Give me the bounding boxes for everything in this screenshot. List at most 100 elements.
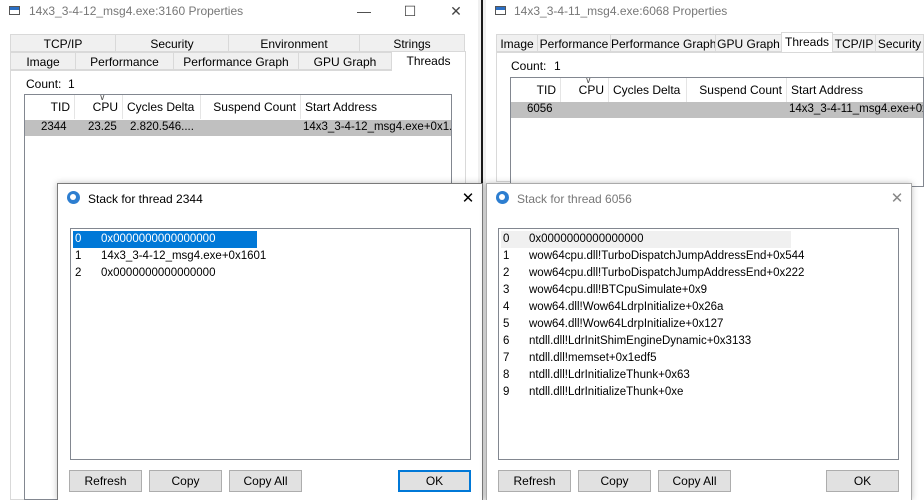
column-suspend-count[interactable]: Suspend Count [201, 95, 301, 119]
left-stack-dialog: Stack for thread 2344 ✕ 0 0x000000000000… [57, 183, 483, 500]
frame-address: wow64cpu.dll!TurboDispatchJumpAddressEnd… [529, 250, 805, 262]
right-window-titlebar[interactable]: 14x3_3-4-11_msg4.exe:6068 Properties [486, 0, 924, 24]
frame-number: 2 [75, 267, 82, 279]
list-item[interactable]: 2 wow64cpu.dll!TurboDispatchJumpAddressE… [499, 265, 898, 282]
table-row[interactable]: 6056 14x3_3-4-11_msg4.exe+0x1... [511, 102, 923, 118]
frame-address: wow64.dll!Wow64LdrpInitialize+0x26a [529, 301, 724, 313]
cell-cpu: 23.25 [88, 121, 117, 133]
frame-number: 3 [503, 284, 510, 296]
frame-number: 0 [75, 233, 82, 245]
copy-all-button[interactable]: Copy All [229, 470, 302, 492]
column-tid[interactable]: TID [511, 78, 561, 102]
frame-number: 2 [503, 267, 510, 279]
tab-tcpip[interactable]: TCP/IP [10, 34, 116, 52]
sort-indicator-icon: ∨ [585, 77, 592, 85]
copy-button[interactable]: Copy [149, 470, 222, 492]
ok-button[interactable]: OK [398, 470, 471, 492]
list-item[interactable]: 0 0x0000000000000000 [71, 231, 470, 248]
dialog-title: Stack for thread 2344 [88, 192, 203, 206]
refresh-button[interactable]: Refresh [498, 470, 571, 492]
close-icon[interactable]: ✕ [881, 187, 913, 211]
column-cycles-delta[interactable]: Cycles Delta [609, 78, 687, 102]
tab-image[interactable]: Image [10, 52, 76, 70]
frame-number: 6 [503, 335, 510, 347]
app-icon [9, 6, 20, 15]
frame-number: 9 [503, 386, 510, 398]
frame-number: 1 [75, 250, 82, 262]
left-window-title: 14x3_3-4-12_msg4.exe:3160 Properties [29, 4, 244, 18]
tab-performance-graph[interactable]: Performance Graph [610, 34, 716, 52]
list-item[interactable]: 2 0x0000000000000000 [71, 265, 470, 282]
cell-tid: 2344 [41, 121, 67, 133]
tab-performance-graph[interactable]: Performance Graph [173, 52, 299, 70]
close-icon[interactable]: ✕ [452, 187, 484, 211]
tab-performance[interactable]: Performance [75, 52, 174, 70]
column-suspend-count[interactable]: Suspend Count [687, 78, 787, 102]
frame-address: 0x0000000000000000 [101, 267, 216, 279]
left-window-titlebar[interactable]: 14x3_3-4-12_msg4.exe:3160 Properties — ☐… [0, 0, 478, 24]
maximize-icon[interactable]: ☐ [388, 0, 432, 24]
tab-threads[interactable]: Threads [391, 51, 466, 71]
list-item[interactable]: 4 wow64.dll!Wow64LdrpInitialize+0x26a [499, 299, 898, 316]
list-item[interactable]: 5 wow64.dll!Wow64LdrpInitialize+0x127 [499, 316, 898, 333]
list-item[interactable]: 7 ntdll.dll!memset+0x1edf5 [499, 350, 898, 367]
list-item[interactable]: 6 ntdll.dll!LdrInitShimEngineDynamic+0x3… [499, 333, 898, 350]
frame-number: 8 [503, 369, 510, 381]
frame-number: 0 [503, 233, 510, 245]
stack-frame-list[interactable]: 0 0x0000000000000000 1 14x3_3-4-12_msg4.… [70, 228, 471, 460]
tab-performance[interactable]: Performance [537, 34, 611, 52]
ok-button[interactable]: OK [826, 470, 899, 492]
count-value: 1 [68, 77, 75, 91]
tab-environment[interactable]: Environment [228, 34, 360, 52]
copy-all-button[interactable]: Copy All [658, 470, 731, 492]
tab-image[interactable]: Image [496, 34, 538, 52]
list-item[interactable]: 8 ntdll.dll!LdrInitializeThunk+0x63 [499, 367, 898, 384]
list-item[interactable]: 9 ntdll.dll!LdrInitializeThunk+0xe [499, 384, 898, 401]
tab-gpu-graph[interactable]: GPU Graph [715, 34, 782, 52]
refresh-button[interactable]: Refresh [69, 470, 142, 492]
stack-icon [67, 191, 80, 204]
frame-address: 0x0000000000000000 [529, 233, 644, 245]
cell-tid: 6056 [527, 103, 553, 115]
frame-address: wow64cpu.dll!BTCpuSimulate+0x9 [529, 284, 708, 296]
frame-address: 0x0000000000000000 [101, 233, 216, 245]
frame-number: 1 [503, 250, 510, 262]
list-item[interactable]: 3 wow64cpu.dll!BTCpuSimulate+0x9 [499, 282, 898, 299]
threads-list[interactable]: TID CPU ∨ Cycles Delta Suspend Count Sta… [510, 77, 924, 187]
copy-button[interactable]: Copy [578, 470, 651, 492]
table-row[interactable]: 2344 23.25 2.820.546.... 14x3_3-4-12_msg… [25, 120, 451, 136]
frame-address: ntdll.dll!LdrInitializeThunk+0x63 [529, 369, 690, 381]
right-window-title: 14x3_3-4-11_msg4.exe:6068 Properties [514, 4, 728, 18]
tab-tcpip[interactable]: TCP/IP [832, 34, 876, 52]
tab-threads[interactable]: Threads [781, 32, 833, 52]
dialog-title: Stack for thread 6056 [517, 192, 632, 206]
column-start-address[interactable]: Start Address [301, 95, 451, 119]
column-start-address[interactable]: Start Address [787, 78, 923, 102]
column-cycles-delta[interactable]: Cycles Delta [123, 95, 201, 119]
frame-address: wow64.dll!Wow64LdrpInitialize+0x127 [529, 318, 724, 330]
frame-address: ntdll.dll!LdrInitShimEngineDynamic+0x313… [529, 335, 752, 347]
sort-indicator-icon: ∨ [99, 94, 106, 102]
frame-number: 7 [503, 352, 510, 364]
column-tid[interactable]: TID [25, 95, 75, 119]
frame-number: 5 [503, 318, 510, 330]
close-icon[interactable]: ✕ [434, 0, 478, 24]
cell-start-address: 14x3_3-4-11_msg4.exe+0x1... [789, 103, 923, 115]
tab-gpu-graph[interactable]: GPU Graph [298, 52, 392, 70]
count-value: 1 [554, 59, 561, 73]
frame-address: ntdll.dll!memset+0x1edf5 [529, 352, 657, 364]
list-item[interactable]: 1 14x3_3-4-12_msg4.exe+0x1601 [71, 248, 470, 265]
stack-icon [496, 191, 509, 204]
minimize-icon[interactable]: — [342, 0, 386, 24]
right-stack-dialog: Stack for thread 6056 ✕ 0 0x000000000000… [486, 183, 912, 500]
tab-security[interactable]: Security [875, 34, 924, 52]
list-item[interactable]: 1 wow64cpu.dll!TurboDispatchJumpAddressE… [499, 248, 898, 265]
frame-address: 14x3_3-4-12_msg4.exe+0x1601 [101, 250, 267, 262]
tab-strings[interactable]: Strings [359, 34, 465, 52]
cell-cycles: 2.820.546.... [130, 121, 194, 133]
frame-address: wow64cpu.dll!TurboDispatchJumpAddressEnd… [529, 267, 805, 279]
count-label: Count: [26, 77, 62, 91]
list-item[interactable]: 0 0x0000000000000000 [499, 231, 898, 248]
tab-security[interactable]: Security [115, 34, 229, 52]
stack-frame-list[interactable]: 0 0x0000000000000000 1 wow64cpu.dll!Turb… [498, 228, 899, 460]
